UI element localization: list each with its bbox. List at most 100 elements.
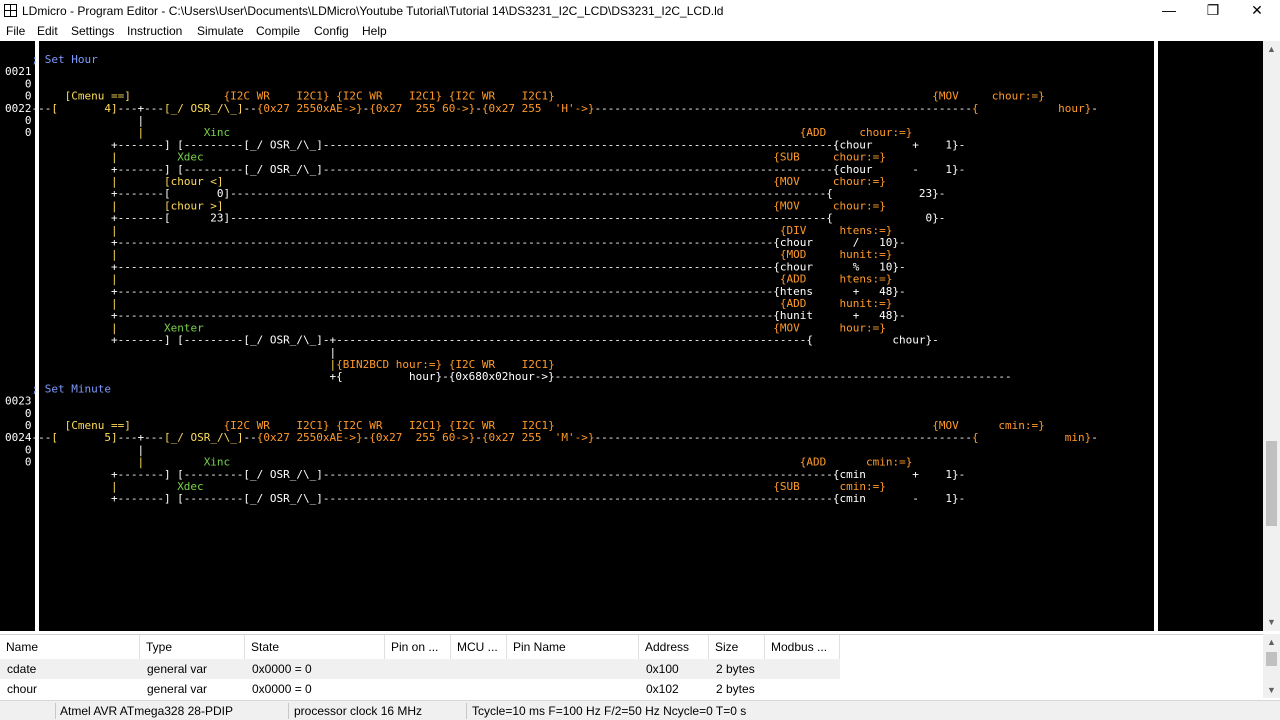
table-cell: general var [147,662,208,676]
ladder-line[interactable]: | {DIV htens:=} [5,224,892,237]
ladder-editor[interactable]: ; Set Hour 0021 0 0 [Cmenu ==] {I2C WR I2… [0,41,1263,631]
ladder-line[interactable]: ; Set Minute [5,382,111,395]
ladder-segment: ; Set Hour [5,53,98,66]
ladder-segment: +-------[ 0]----------------------------… [5,187,945,200]
ladder-scrollbar[interactable]: ▲ ▼ [1263,41,1280,631]
ladder-segment: ---+--- [118,102,164,115]
ladder-line[interactable]: | Xdec {SUB chour:=} [5,151,886,164]
ladder-line[interactable]: +-------] [---------[_/ OSR_/\_]--------… [5,163,965,176]
scroll-down-icon[interactable]: ▼ [1263,682,1280,698]
column-header[interactable]: Pin on ... [385,635,451,659]
ladder-line[interactable]: +---------------------------------------… [5,309,906,322]
ladder-line[interactable]: 0 | Xinc {ADD cmin:=} [5,456,912,469]
menu-config[interactable]: Config [314,24,349,38]
menu-help[interactable]: Help [362,24,387,38]
ladder-segment: [ 4] [51,102,117,115]
ladder-line[interactable]: +-------] [---------[_/ OSR_/\_]--------… [5,492,965,505]
ladder-line[interactable]: 0 [Cmenu ==] {I2C WR I2C1} {I2C WR I2C1}… [5,90,1045,103]
scroll-thumb[interactable] [1266,441,1277,526]
ladder-segment [230,126,800,139]
column-header[interactable]: State [245,635,385,659]
ladder-line[interactable]: +-------[ 23]---------------------------… [5,212,945,225]
menu-compile[interactable]: Compile [256,24,300,38]
restore-button[interactable]: ❐ [1191,0,1235,22]
ladder-line[interactable]: |{BIN2BCD hour:=} {I2C WR I2C1} [5,358,555,371]
table-cell: 2 bytes [716,662,755,676]
close-button[interactable]: ✕ [1235,0,1279,22]
menu-simulate[interactable]: Simulate [197,24,244,38]
scroll-thumb[interactable] [1266,652,1277,666]
ladder-segment: | [5,151,177,164]
ladder-line[interactable]: +-------] [---------[_/ OSR_/\_]--------… [5,468,965,481]
scroll-up-icon[interactable]: ▲ [1263,634,1280,650]
minimize-button[interactable]: — [1147,0,1191,22]
ladder-segment: {0x27 2550xAE->} [257,431,363,444]
ladder-line[interactable]: +-------] [---------[_/ OSR_/\_]--------… [5,138,965,151]
ladder-segment: | [5,248,780,261]
ladder-line[interactable]: 0021 [5,65,32,78]
ladder-segment: {MOD hunit:=} [780,248,893,261]
ladder-line[interactable]: | Xdec {SUB cmin:=} [5,480,886,493]
ladder-segment: Xinc [204,456,231,469]
ladder-diagram[interactable]: ; Set Hour0021 0 0 [Cmenu ==] {I2C WR I2… [0,41,1263,631]
column-header[interactable]: Pin Name [507,635,639,659]
ladder-line[interactable]: 0 [5,407,32,420]
io-list-scrollbar[interactable]: ▲ ▼ [1263,634,1280,698]
ladder-segment: - [475,431,482,444]
ladder-segment: {ADD hunit:=} [780,297,893,310]
status-divider [288,703,289,719]
ladder-line[interactable]: 0 | Xinc {ADD chour:=} [5,126,912,139]
ladder-line[interactable]: +-------[ 0]----------------------------… [5,187,945,200]
ladder-segment: 0022 [5,102,32,115]
column-header[interactable]: Address [639,635,709,659]
ladder-segment: | [5,224,780,237]
column-header[interactable]: Name [0,635,140,659]
ladder-line[interactable]: 0024---[ 5]---+---[_/ OSR_/\_]--{0x27 25… [5,431,1098,444]
menu-file[interactable]: File [6,24,25,38]
ladder-segment: Xenter [164,321,204,334]
column-header[interactable]: Modbus ... [765,635,840,659]
ladder-line[interactable]: | Xenter {MOV hour:=} [5,321,886,334]
menu-edit[interactable]: Edit [37,24,58,38]
menu-instruction[interactable]: Instruction [127,24,182,38]
ladder-line[interactable]: +---------------------------------------… [5,236,906,249]
ladder-line[interactable]: | {ADD hunit:=} [5,297,892,310]
ladder-line[interactable]: 0 | [5,443,144,456]
ladder-line[interactable]: +---------------------------------------… [5,260,906,273]
column-header[interactable]: Size [709,635,765,659]
column-header[interactable]: MCU ... [451,635,507,659]
column-header[interactable]: Type [140,635,245,659]
ladder-segment: +-------] [---------[_/ OSR_/\_]--------… [5,492,965,505]
ladder-segment: | [5,199,164,212]
ladder-line[interactable]: | [chour >] {MOV chour:=} [5,199,886,212]
ladder-line[interactable]: +-------] [---------[_/ OSR_/\_]-+------… [5,334,939,347]
ladder-segment: +-------] [---------[_/ OSR_/\_]--------… [5,163,965,176]
ladder-line[interactable]: | [5,346,336,359]
ladder-line[interactable]: 0 [5,77,32,90]
ladder-line[interactable]: ; Set Hour [5,53,98,66]
window-title: LDmicro - Program Editor - C:\Users\User… [22,4,724,18]
ladder-segment [555,90,933,103]
scroll-up-icon[interactable]: ▲ [1263,41,1280,58]
ladder-segment: 0023 [5,395,32,408]
ladder-line[interactable]: | {ADD htens:=} [5,273,892,286]
ladder-segment: {MOV chour:=} [773,199,886,212]
table-row[interactable]: cdate general var 0x0000 = 0 0x100 2 bytes [0,659,840,679]
ladder-line[interactable]: +---------------------------------------… [5,285,906,298]
table-row[interactable]: chour general var 0x0000 = 0 0x102 2 bytes [0,679,840,699]
ladder-segment: {0x27 255 'H'->} [482,102,595,115]
ladder-line[interactable]: 0023 [5,395,32,408]
menu-settings[interactable]: Settings [71,24,114,38]
ladder-line[interactable]: 0 | [5,114,144,127]
ladder-segment: | [5,480,177,493]
ladder-line[interactable]: | [chour <] {MOV chour:=} [5,175,886,188]
ladder-segment: {0x27 255 'M'->} [482,431,595,444]
scroll-down-icon[interactable]: ▼ [1263,614,1280,631]
ladder-segment: | [32,126,204,139]
table-cell [385,679,451,699]
ladder-segment: Xdec [177,151,204,164]
ladder-line[interactable]: 0022---[ 4]---+---[_/ OSR_/\_]--{0x27 25… [5,102,1098,115]
ladder-line[interactable]: | {MOD hunit:=} [5,248,892,261]
ladder-line[interactable]: +{ hour}-{0x680x02hour->}---------------… [5,370,1012,383]
ladder-line[interactable]: 0 [Cmenu ==] {I2C WR I2C1} {I2C WR I2C1}… [5,419,1045,432]
